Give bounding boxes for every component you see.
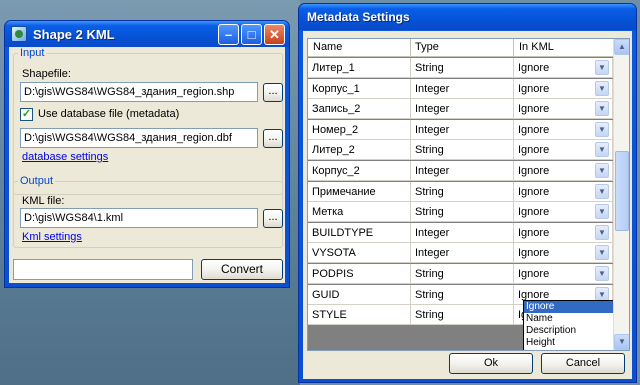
use-database-checkbox[interactable]: ✓	[20, 108, 33, 121]
dropdown-arrow-icon[interactable]: ▼	[595, 142, 609, 158]
cell-name: Литер_1	[308, 58, 411, 78]
cell-type: String	[411, 305, 514, 326]
dropdown-arrow-icon[interactable]: ▼	[595, 60, 609, 75]
table-row[interactable]: Литер_2 String Ignore ▼	[308, 140, 613, 161]
metadata-settings-window: Metadata Settings Name Type In KML Литер…	[298, 3, 637, 383]
table-row[interactable]: BUILDTYPE Integer Ignore ▼	[308, 222, 613, 243]
cell-name: Запись_2	[308, 99, 411, 120]
shapefile-input[interactable]: D:\gis\WGS84\WGS84_здания_region.shp	[20, 82, 258, 102]
cell-type: String	[411, 181, 514, 202]
dropdown-arrow-icon[interactable]: ▼	[595, 101, 609, 117]
scroll-thumb[interactable]	[615, 151, 629, 231]
cancel-button[interactable]: Cancel	[541, 353, 625, 374]
cell-name: Метка	[308, 202, 411, 223]
cell-name: Литер_2	[308, 140, 411, 161]
cell-type: String	[411, 140, 514, 161]
metadata-window-title: Metadata Settings	[307, 10, 410, 24]
shapefile-label: Shapefile:	[22, 68, 71, 80]
table-row[interactable]: Метка String Ignore ▼	[308, 202, 613, 223]
inkml-dropdown-list[interactable]: Ignore Name Description Height	[523, 300, 618, 350]
cell-name: Корпус_1	[308, 78, 411, 99]
cell-name: Номер_2	[308, 119, 411, 140]
cell-type: Integer	[411, 222, 514, 243]
close-icon[interactable]: ✕	[264, 24, 285, 45]
column-name-header: Name	[313, 41, 343, 53]
metadata-client: Name Type In KML Литер_1 String Ignore ▼ Кор…	[303, 31, 632, 379]
cell-name: GUID	[308, 284, 411, 305]
dbf-input[interactable]: D:\gis\WGS84\WGS84_здания_region.dbf	[20, 128, 258, 148]
dropdown-arrow-icon[interactable]: ▼	[595, 224, 609, 240]
cell-name: PODPIS	[308, 264, 411, 284]
kml-browse-button[interactable]: ...	[263, 209, 283, 228]
cell-name: BUILDTYPE	[308, 222, 411, 243]
status-field[interactable]	[13, 259, 193, 280]
dbf-browse-button[interactable]: ...	[263, 129, 283, 148]
window-client: Input Shapefile: D:\gis\WGS84\WGS84_здан…	[9, 47, 285, 283]
column-inkml-header: In KML	[519, 41, 554, 53]
minimize-icon[interactable]: –	[218, 24, 239, 45]
dropdown-option[interactable]: Name	[524, 313, 617, 325]
table-row[interactable]: Примечание String Ignore ▼	[308, 181, 613, 202]
window-title: Shape 2 KML	[33, 27, 115, 42]
cell-type: String	[411, 264, 514, 284]
convert-button[interactable]: Convert	[201, 259, 283, 280]
table-row[interactable]: Корпус_2 Integer Ignore ▼	[308, 161, 613, 181]
cell-type: String	[411, 284, 514, 305]
use-database-label: Use database file (metadata)	[38, 108, 180, 120]
app-icon	[11, 26, 27, 42]
table-row[interactable]: Литер_1 String Ignore ▼	[308, 58, 613, 78]
kml-settings-link[interactable]: Kml settings	[22, 231, 82, 243]
input-legend: Input	[20, 47, 45, 59]
dropdown-arrow-icon[interactable]: ▼	[595, 266, 609, 281]
vertical-scrollbar[interactable]: ▲ ▼	[613, 39, 629, 350]
database-settings-link[interactable]: database settings	[22, 151, 108, 163]
shapefile-browse-button[interactable]: ...	[263, 83, 283, 102]
cell-name: VYSOTA	[308, 243, 411, 264]
scroll-up-icon[interactable]: ▲	[614, 39, 629, 55]
grid-header: Name Type In KML	[308, 39, 613, 57]
table-row[interactable]: Номер_2 Integer Ignore ▼	[308, 119, 613, 140]
dropdown-option[interactable]: Height	[524, 337, 617, 349]
ok-button[interactable]: Ok	[449, 353, 533, 374]
kml-file-label: KML file:	[22, 195, 65, 207]
dropdown-arrow-icon[interactable]: ▼	[595, 204, 609, 220]
dropdown-arrow-icon[interactable]: ▼	[595, 80, 609, 96]
dropdown-option[interactable]: Description	[524, 325, 617, 337]
table-row[interactable]: PODPIS String Ignore ▼	[308, 264, 613, 284]
dropdown-arrow-icon[interactable]: ▼	[595, 183, 609, 199]
cell-name: Корпус_2	[308, 161, 411, 181]
dropdown-option[interactable]: Ignore	[524, 301, 617, 313]
scroll-down-icon[interactable]: ▼	[614, 334, 629, 350]
shape2kml-window: Shape 2 KML – □ ✕ Input Shapefile: D:\gi…	[4, 20, 290, 288]
cell-type: Integer	[411, 78, 514, 99]
cell-name: Примечание	[308, 181, 411, 202]
output-legend: Output	[20, 175, 54, 187]
title-bar[interactable]: Shape 2 KML – □ ✕	[5, 21, 289, 47]
cell-type: String	[411, 58, 514, 78]
metadata-grid: Name Type In KML Литер_1 String Ignore ▼ Кор…	[307, 38, 630, 351]
dropdown-arrow-icon[interactable]: ▼	[595, 121, 609, 137]
maximize-icon[interactable]: □	[241, 24, 262, 45]
cell-type: Integer	[411, 243, 514, 264]
dropdown-arrow-icon[interactable]: ▼	[595, 245, 609, 261]
cell-type: Integer	[411, 161, 514, 181]
table-row[interactable]: Запись_2 Integer Ignore ▼	[308, 99, 613, 120]
metadata-title-bar[interactable]: Metadata Settings	[299, 4, 636, 30]
table-row[interactable]: VYSOTA Integer Ignore ▼	[308, 243, 613, 264]
dropdown-arrow-icon[interactable]: ▼	[595, 163, 609, 178]
cell-type: Integer	[411, 119, 514, 140]
cell-name: STYLE	[308, 305, 411, 326]
cell-type: Integer	[411, 99, 514, 120]
cell-type: String	[411, 202, 514, 223]
kml-file-input[interactable]: D:\gis\WGS84\1.kml	[20, 208, 258, 228]
table-row[interactable]: Корпус_1 Integer Ignore ▼	[308, 78, 613, 99]
column-type-header: Type	[415, 41, 439, 53]
